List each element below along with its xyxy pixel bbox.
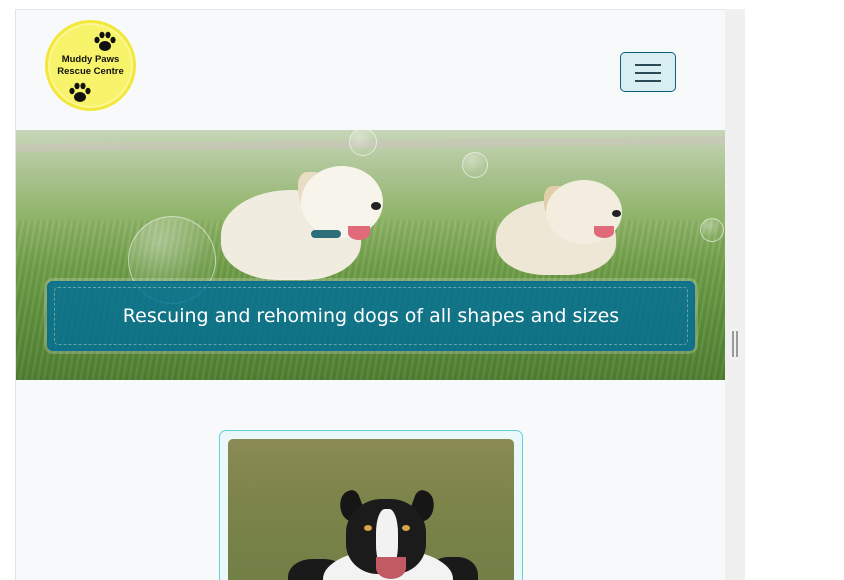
hamburger-menu-icon [635, 80, 661, 82]
puppy-image-part [301, 166, 383, 238]
puppy-image-part [311, 230, 341, 238]
page-outer-margin [745, 0, 844, 580]
browser-viewport: Muddy Paws Rescue Centre Rescuing and re… [15, 9, 725, 580]
dog-image-part [402, 525, 410, 531]
dog-image-part [364, 525, 372, 531]
navbar-toggler-button[interactable] [620, 52, 676, 92]
puppy-image-part [594, 226, 614, 238]
bubble-decoration [462, 152, 488, 178]
page-gutter-right [725, 9, 745, 580]
brand-logo-link[interactable]: Muddy Paws Rescue Centre [45, 20, 136, 111]
hamburger-menu-icon [635, 64, 661, 66]
dog-card-image [228, 439, 514, 580]
bubble-decoration [349, 130, 377, 156]
hamburger-menu-icon [635, 72, 661, 74]
hero-banner: Rescuing and rehoming dogs of all shapes… [16, 130, 725, 380]
hero-caption-box: Rescuing and rehoming dogs of all shapes… [47, 281, 695, 351]
puppy-image-part [612, 210, 621, 217]
navbar: Muddy Paws Rescue Centre [16, 10, 725, 130]
brand-name-line1: Muddy Paws [61, 54, 120, 65]
dog-image-part [376, 557, 406, 579]
page-gutter-left [0, 0, 15, 580]
paw-icon [94, 31, 116, 51]
puppy-image-part [348, 226, 370, 240]
resize-handle[interactable] [732, 331, 738, 357]
brand-name: Muddy Paws Rescue Centre [48, 54, 133, 78]
dog-card[interactable] [219, 430, 523, 580]
paw-icon [69, 82, 91, 102]
puppy-image-part [371, 202, 381, 210]
hero-caption-text: Rescuing and rehoming dogs of all shapes… [122, 305, 620, 327]
bubble-decoration [700, 218, 724, 242]
brand-name-line2: Rescue Centre [57, 66, 124, 77]
